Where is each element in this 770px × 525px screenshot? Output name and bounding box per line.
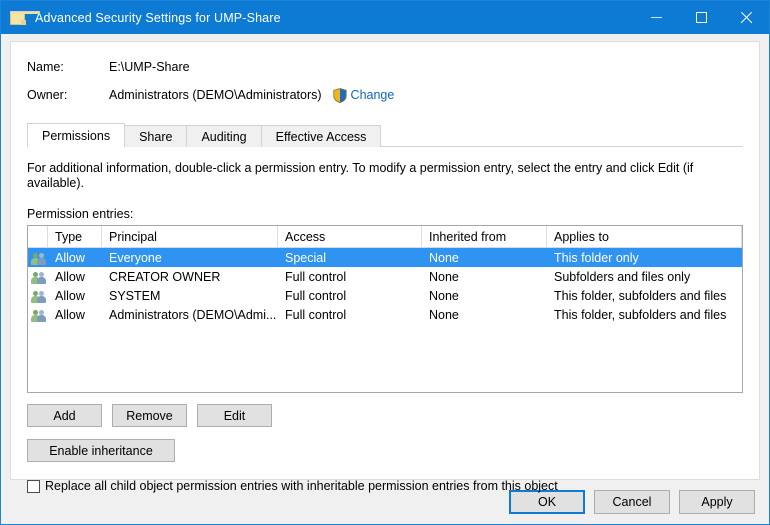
column-header-icon [28, 226, 48, 247]
row-access: Special [285, 250, 326, 265]
name-row: Name: E:\UMP-Share [27, 56, 743, 78]
column-header-principal[interactable]: Principal [102, 226, 278, 247]
row-type: Allow [55, 269, 85, 284]
row-principal: SYSTEM [109, 288, 161, 303]
inheritance-action-row: Enable inheritance [27, 439, 743, 462]
title-bar: Advanced Security Settings for UMP-Share [1, 1, 769, 34]
table-row[interactable]: Allow SYSTEM Full control None This fold… [28, 286, 742, 305]
row-icon [28, 289, 48, 303]
minimize-icon [651, 17, 662, 18]
tab-strip: Permissions Share Auditing Effective Acc… [27, 123, 743, 148]
row-inherited-from: None [429, 269, 459, 284]
row-access: Full control [285, 269, 347, 284]
row-icon [28, 251, 48, 265]
row-applies-to: Subfolders and files only [554, 269, 691, 284]
row-principal: Everyone [109, 250, 162, 265]
list-header-row: Type Principal Access Inherited from App… [28, 226, 742, 248]
apply-button[interactable]: Apply [679, 490, 755, 514]
group-icon [31, 289, 47, 303]
maximize-icon [696, 12, 707, 23]
cancel-button[interactable]: Cancel [594, 490, 670, 514]
permission-entries-label: Permission entries: [27, 207, 134, 221]
folder-icon [10, 10, 40, 25]
entry-action-buttons: Add Remove Edit [27, 404, 743, 427]
group-icon [31, 308, 47, 322]
row-applies-to: This folder only [554, 250, 639, 265]
permission-entries-list[interactable]: Type Principal Access Inherited from App… [27, 225, 743, 393]
remove-button[interactable]: Remove [112, 404, 187, 427]
group-icon [31, 270, 47, 284]
row-applies-to: This folder, subfolders and files [554, 307, 727, 322]
ok-button[interactable]: OK [509, 490, 585, 514]
table-row[interactable]: Allow CREATOR OWNER Full control None Su… [28, 267, 742, 286]
row-principal: CREATOR OWNER [109, 269, 221, 284]
row-access: Full control [285, 288, 347, 303]
close-icon [740, 11, 753, 24]
row-inherited-from: None [429, 307, 459, 322]
tab-share[interactable]: Share [124, 125, 188, 147]
column-header-access[interactable]: Access [278, 226, 422, 247]
row-type: Allow [55, 250, 85, 265]
change-owner-link[interactable]: Change [351, 88, 395, 102]
column-header-inherited-from[interactable]: Inherited from [422, 226, 547, 247]
row-type: Allow [55, 288, 85, 303]
row-type: Allow [55, 307, 85, 322]
instruction-text: For additional information, double-click… [27, 161, 694, 190]
advanced-security-settings-dialog: Advanced Security Settings for UMP-Share… [0, 0, 770, 525]
owner-label: Owner: [27, 88, 68, 102]
column-header-applies-to[interactable]: Applies to [547, 226, 742, 247]
row-icon [28, 308, 48, 322]
window-controls [634, 1, 769, 34]
list-rows: Allow Everyone Special None This folder … [28, 248, 742, 392]
name-value: E:\UMP-Share [109, 60, 190, 74]
tab-effective-access[interactable]: Effective Access [260, 125, 382, 147]
tab-auditing[interactable]: Auditing [186, 125, 262, 147]
enable-inheritance-button[interactable]: Enable inheritance [27, 439, 175, 462]
table-row[interactable]: Allow Everyone Special None This folder … [28, 248, 742, 267]
content-panel: Name: E:\UMP-Share Owner: Administrators… [10, 41, 760, 493]
row-applies-to: This folder, subfolders and files [554, 288, 727, 303]
replace-child-permissions-row[interactable]: Replace all child object permission entr… [27, 479, 743, 493]
window-title: Advanced Security Settings for UMP-Share [35, 10, 281, 25]
group-icon [31, 251, 47, 265]
tab-permissions[interactable]: Permissions [27, 123, 126, 148]
column-header-type[interactable]: Type [48, 226, 102, 247]
permissions-tab-panel: For additional information, double-click… [27, 147, 743, 493]
edit-button[interactable]: Edit [197, 404, 272, 427]
owner-row: Owner: Administrators (DEMO\Administrato… [27, 84, 743, 106]
tab-auditing-label: Auditing [201, 129, 247, 144]
table-row[interactable]: Allow Administrators (DEMO\Admi... Full … [28, 305, 742, 324]
replace-child-permissions-label: Replace all child object permission entr… [45, 479, 558, 493]
row-inherited-from: None [429, 250, 459, 265]
row-principal: Administrators (DEMO\Admi... [109, 307, 277, 322]
row-access: Full control [285, 307, 347, 322]
add-button[interactable]: Add [27, 404, 102, 427]
dialog-body: Name: E:\UMP-Share Owner: Administrators… [1, 34, 769, 493]
close-button[interactable] [724, 1, 769, 34]
tab-permissions-label: Permissions [42, 128, 111, 143]
minimize-button[interactable] [634, 1, 679, 34]
owner-value: Administrators (DEMO\Administrators) [109, 88, 322, 102]
row-inherited-from: None [429, 288, 459, 303]
tab-effective-access-label: Effective Access [275, 129, 367, 144]
replace-child-permissions-checkbox[interactable] [27, 479, 40, 493]
maximize-button[interactable] [679, 1, 724, 34]
uac-shield-icon [332, 87, 347, 103]
name-label: Name: [27, 60, 64, 74]
row-icon [28, 270, 48, 284]
tab-share-label: Share [139, 129, 173, 144]
